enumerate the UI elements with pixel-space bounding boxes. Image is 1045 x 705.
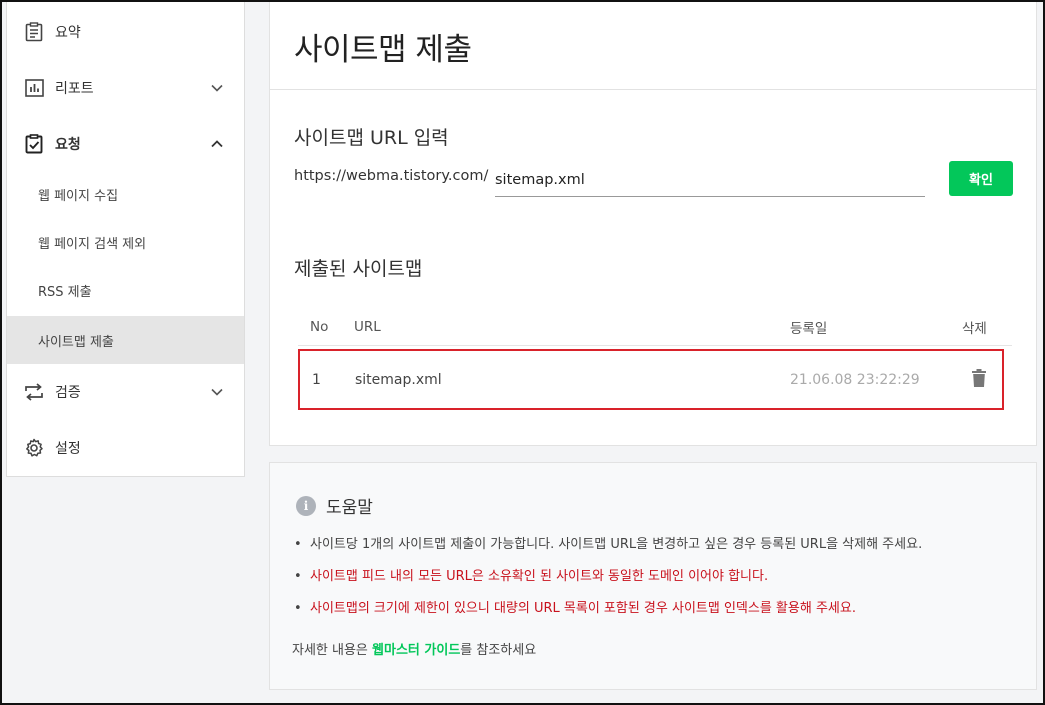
nav-settings[interactable]: 설정 xyxy=(7,420,244,476)
nav-report-label: 리포트 xyxy=(55,81,94,97)
help-footer-suffix: 를 참조하세요 xyxy=(460,643,537,658)
chevron-down-icon xyxy=(210,81,224,95)
nav-request-label: 요청 xyxy=(55,137,81,153)
nav-verify[interactable]: 검증 xyxy=(7,364,244,420)
header-url: URL xyxy=(354,318,381,335)
chevron-down-icon xyxy=(210,385,224,399)
title-card: 사이트맵 제출 xyxy=(269,2,1037,90)
nav-summary-label: 요약 xyxy=(55,25,81,41)
help-title: 도움말 xyxy=(326,498,373,518)
nav-report[interactable]: 리포트 xyxy=(7,60,244,116)
clipboard-check-icon xyxy=(23,133,45,155)
nav-summary[interactable]: 요약 xyxy=(7,4,244,60)
help-card: i 도움말 사이트당 1개의 사이트맵 제출이 가능합니다. 사이트맵 URL을… xyxy=(269,462,1037,690)
trash-icon[interactable] xyxy=(972,368,986,391)
row-date: 21.06.08 23:22:29 xyxy=(790,371,920,388)
nav-settings-label: 설정 xyxy=(55,441,81,457)
help-list: 사이트당 1개의 사이트맵 제출이 가능합니다. 사이트맵 URL을 변경하고 … xyxy=(292,535,922,631)
chevron-up-icon xyxy=(210,137,224,151)
help-item-warning: 사이트맵 피드 내의 모든 URL은 소유확인 된 사이트와 동일한 도메인 이… xyxy=(292,567,922,599)
clipboard-list-icon xyxy=(23,21,45,43)
info-icon: i xyxy=(296,495,316,516)
sitemap-form-card: 사이트맵 URL 입력 https://webma.tistory.com/ 확… xyxy=(269,89,1037,446)
gear-icon xyxy=(23,437,45,459)
page-title: 사이트맵 제출 xyxy=(294,32,472,68)
url-input-section-title: 사이트맵 URL 입력 xyxy=(294,127,449,149)
subnav-sitemap-submit[interactable]: 사이트맵 제출 xyxy=(7,316,244,364)
table-header: No URL 등록일 삭제 xyxy=(298,308,1012,346)
subnav-page-exclude[interactable]: 웹 페이지 검색 제외 xyxy=(7,218,244,266)
subnav-label: 웹 페이지 검색 제외 xyxy=(38,236,147,252)
subnav-label: 사이트맵 제출 xyxy=(38,334,114,350)
header-date: 등록일 xyxy=(790,320,828,337)
help-footer: 자세한 내용은 웹마스터 가이드를 참조하세요 xyxy=(292,639,536,658)
help-item: 사이트당 1개의 사이트맵 제출이 가능합니다. 사이트맵 URL을 변경하고 … xyxy=(292,535,922,567)
table-row: 1 sitemap.xml 21.06.08 23:22:29 xyxy=(298,349,1004,410)
nav-request[interactable]: 요청 xyxy=(7,116,244,172)
base-url-prefix: https://webma.tistory.com/ xyxy=(294,168,489,184)
row-no: 1 xyxy=(312,371,321,388)
sidebar: 요약 리포트 요청 웹 페이지 수집 웹 페이지 검색 제외 RSS 제출 사이… xyxy=(6,2,245,477)
confirm-button[interactable]: 확인 xyxy=(949,161,1013,196)
repeat-arrows-icon xyxy=(23,381,45,403)
bar-chart-icon xyxy=(23,77,45,99)
nav-verify-label: 검증 xyxy=(55,385,81,401)
webmaster-guide-link[interactable]: 웹마스터 가이드 xyxy=(372,643,460,658)
header-delete: 삭제 xyxy=(962,320,987,337)
help-header: i 도움말 xyxy=(296,493,373,518)
subnav-label: 웹 페이지 수집 xyxy=(38,188,119,204)
submitted-section-title: 제출된 사이트맵 xyxy=(294,258,423,280)
subnav-page-collect[interactable]: 웹 페이지 수집 xyxy=(7,170,244,218)
subnav-rss-submit[interactable]: RSS 제출 xyxy=(7,266,244,314)
header-no: No xyxy=(310,318,329,335)
help-item-warning: 사이트맵의 크기에 제한이 있으니 대량의 URL 목록이 포함된 경우 사이트… xyxy=(292,599,922,631)
row-url: sitemap.xml xyxy=(355,371,442,388)
help-footer-prefix: 자세한 내용은 xyxy=(292,643,373,658)
subnav-label: RSS 제출 xyxy=(38,284,92,300)
sitemap-url-input[interactable] xyxy=(495,163,925,197)
